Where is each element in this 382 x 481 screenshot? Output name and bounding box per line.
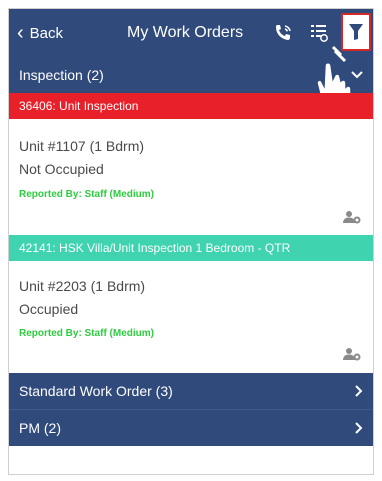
- app-frame: ‹ Back My Work Orders Inspection (2) 364…: [8, 8, 374, 475]
- occupancy-label: Not Occupied: [19, 161, 104, 177]
- back-label: Back: [29, 24, 64, 42]
- group-standard-work-order[interactable]: Standard Work Order (3): [9, 373, 373, 409]
- assign-user-icon[interactable]: [343, 347, 361, 361]
- chevron-left-icon: ‹: [17, 22, 24, 44]
- unit-label: Unit #2203 (1 Bdrm): [19, 278, 146, 294]
- back-button[interactable]: ‹ Back: [17, 9, 63, 57]
- group-pm-label: PM (2): [19, 420, 61, 436]
- reported-by-label: Reported By: Staff (Medium): [19, 189, 154, 200]
- work-order-header-text: 42141: HSK Villa/Unit Inspection 1 Bedro…: [19, 241, 291, 255]
- group-pm[interactable]: PM (2): [9, 410, 373, 446]
- work-order-header-text: 36406: Unit Inspection: [19, 99, 139, 113]
- phone-icon[interactable]: [271, 21, 295, 45]
- group-inspection-label: Inspection (2): [19, 67, 104, 83]
- work-order-card[interactable]: Unit #2203 (1 Bdrm) Occupied Reported By…: [9, 261, 373, 373]
- unit-label: Unit #1107 (1 Bdrm): [19, 138, 145, 154]
- work-order-card[interactable]: Unit #1107 (1 Bdrm) Not Occupied Reporte…: [9, 119, 373, 235]
- filter-icon: [349, 24, 363, 40]
- work-order-header[interactable]: 36406: Unit Inspection: [9, 93, 373, 119]
- group-standard-label: Standard Work Order (3): [19, 383, 173, 399]
- chevron-right-icon: [355, 410, 363, 446]
- reported-by-label: Reported By: Staff (Medium): [19, 328, 154, 339]
- chevron-right-icon: [355, 373, 363, 409]
- work-order-header[interactable]: 42141: HSK Villa/Unit Inspection 1 Bedro…: [9, 235, 373, 261]
- occupancy-label: Occupied: [19, 301, 79, 317]
- checklist-icon[interactable]: [307, 21, 331, 45]
- page-title: My Work Orders: [127, 24, 244, 41]
- assign-user-icon[interactable]: [343, 210, 361, 224]
